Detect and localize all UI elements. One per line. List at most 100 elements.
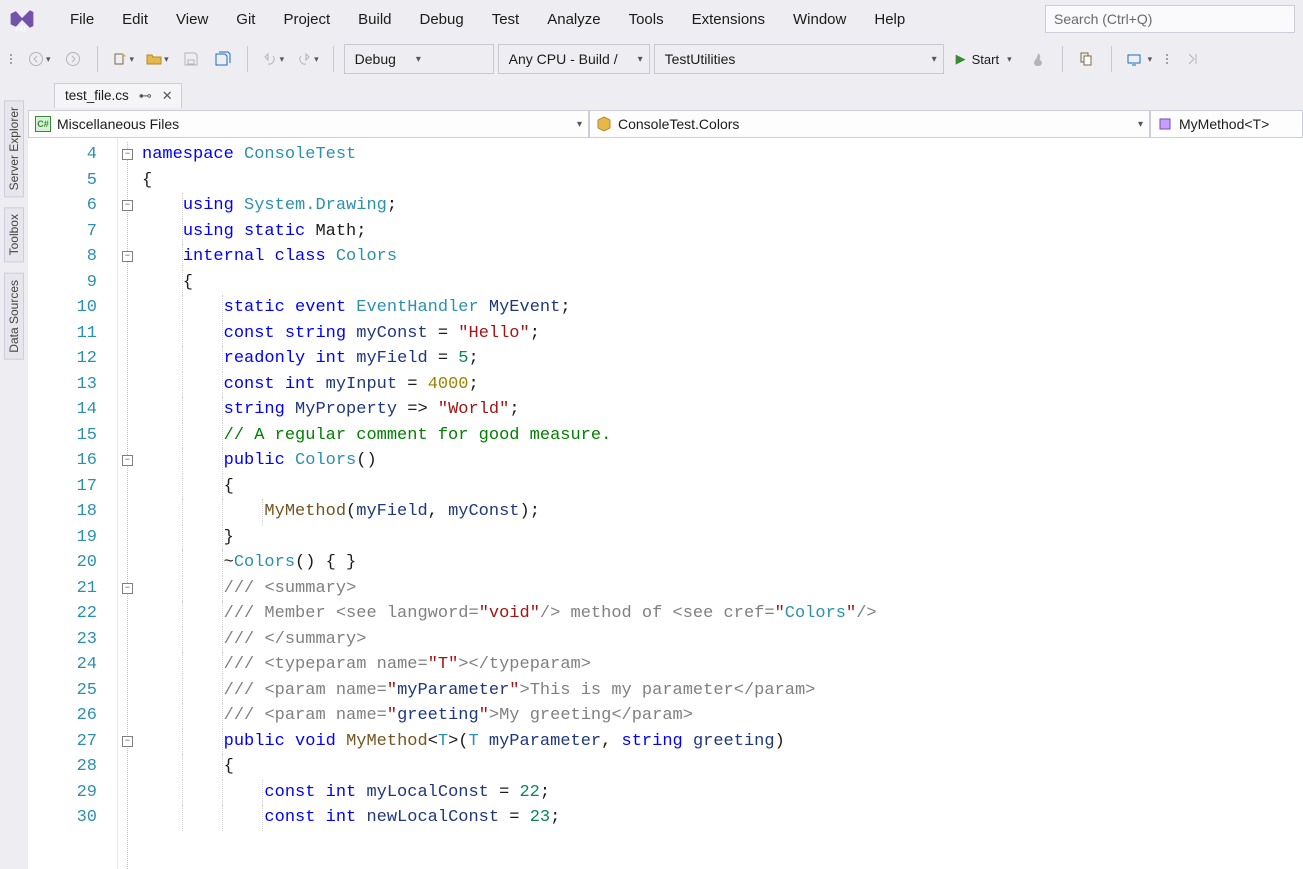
- fold-toggle[interactable]: −: [122, 455, 133, 466]
- nav-class-value: ConsoleTest.Colors: [618, 116, 739, 132]
- pin-icon[interactable]: ⊷: [139, 88, 152, 104]
- fold-toggle[interactable]: −: [122, 583, 133, 594]
- code-line[interactable]: /// <param name="greeting">My greeting</…: [140, 703, 1303, 729]
- code-line[interactable]: }: [140, 525, 1303, 551]
- fold-toggle[interactable]: −: [122, 149, 133, 160]
- start-debug-button[interactable]: ▶ Start ▾: [948, 44, 1020, 74]
- solution-platform-value: Any CPU - Build /: [509, 51, 618, 67]
- code-line[interactable]: static event EventHandler MyEvent;: [140, 295, 1303, 321]
- startup-project-value: TestUtilities: [665, 51, 736, 67]
- nav-back-button[interactable]: ▾: [24, 45, 55, 73]
- menu-help[interactable]: Help: [860, 5, 919, 34]
- csharp-project-icon: C#: [35, 116, 51, 132]
- menu-project[interactable]: Project: [269, 5, 344, 34]
- solution-config-combo[interactable]: Debug▾: [344, 44, 494, 74]
- menu-debug[interactable]: Debug: [406, 5, 478, 34]
- menu-test[interactable]: Test: [478, 5, 534, 34]
- code-line[interactable]: namespace ConsoleTest: [140, 142, 1303, 168]
- menu-extensions[interactable]: Extensions: [678, 5, 779, 34]
- code-line[interactable]: // A regular comment for good measure.: [140, 423, 1303, 449]
- play-icon: ▶: [956, 51, 966, 67]
- document-well: test_file.cs ⊷ ✕ C# Miscellaneous Files …: [28, 80, 1303, 869]
- find-in-files-button[interactable]: [1073, 45, 1101, 73]
- code-line[interactable]: /// </summary>: [140, 627, 1303, 653]
- undo-button[interactable]: ▾: [258, 45, 289, 73]
- menu-window[interactable]: Window: [779, 5, 860, 34]
- code-line[interactable]: using static Math;: [140, 219, 1303, 245]
- code-line[interactable]: const string myConst = "Hello";: [140, 321, 1303, 347]
- side-tab-server-explorer[interactable]: Server Explorer: [4, 100, 24, 197]
- line-number-gutter: 4567891011121314151617181920212223242526…: [28, 138, 118, 869]
- code-line[interactable]: const int newLocalConst = 23;: [140, 805, 1303, 831]
- nav-member-combo[interactable]: MyMethod<T>: [1150, 111, 1303, 138]
- save-button[interactable]: [177, 45, 205, 73]
- search-placeholder: Search (Ctrl+Q): [1054, 11, 1152, 27]
- code-line[interactable]: {: [140, 168, 1303, 194]
- fold-toggle[interactable]: −: [122, 736, 133, 747]
- save-all-button[interactable]: [209, 45, 237, 73]
- code-line[interactable]: readonly int myField = 5;: [140, 346, 1303, 372]
- main-area: Server Explorer Toolbox Data Sources tes…: [0, 80, 1303, 869]
- start-label: Start: [972, 52, 999, 67]
- side-tab-toolbox[interactable]: Toolbox: [4, 207, 24, 262]
- code-line[interactable]: const int myLocalConst = 22;: [140, 780, 1303, 806]
- nav-forward-button[interactable]: [59, 45, 87, 73]
- code-line[interactable]: /// Member <see langword="void"/> method…: [140, 601, 1303, 627]
- menu-view[interactable]: View: [162, 5, 222, 34]
- quick-search-input[interactable]: Search (Ctrl+Q): [1045, 5, 1295, 33]
- toolbar-grip-icon: [1166, 54, 1172, 64]
- code-line[interactable]: ~Colors() { }: [140, 550, 1303, 576]
- fold-toggle[interactable]: −: [122, 251, 133, 262]
- code-editor[interactable]: 4567891011121314151617181920212223242526…: [28, 138, 1303, 869]
- code-text[interactable]: namespace ConsoleTest{ using System.Draw…: [138, 138, 1303, 869]
- new-item-button[interactable]: ▾: [108, 45, 139, 73]
- svg-text:PRE: PRE: [15, 25, 28, 33]
- menu-git[interactable]: Git: [222, 5, 269, 34]
- code-line[interactable]: {: [140, 270, 1303, 296]
- file-tab-label: test_file.cs: [65, 88, 129, 103]
- code-line[interactable]: {: [140, 474, 1303, 500]
- code-line[interactable]: internal class Colors: [140, 244, 1303, 270]
- solution-platform-combo[interactable]: Any CPU - Build /▾: [498, 44, 650, 74]
- nav-scope-value: Miscellaneous Files: [57, 116, 179, 132]
- code-line[interactable]: /// <typeparam name="T"></typeparam>: [140, 652, 1303, 678]
- editor-nav-bar: C# Miscellaneous Files ▾ ConsoleTest.Col…: [28, 110, 1303, 138]
- startup-project-combo[interactable]: TestUtilities▾: [654, 44, 944, 74]
- code-line[interactable]: using System.Drawing;: [140, 193, 1303, 219]
- left-tool-tab-strip: Server Explorer Toolbox Data Sources: [0, 80, 28, 869]
- file-tab-test-file[interactable]: test_file.cs ⊷ ✕: [54, 83, 182, 108]
- class-icon: [596, 116, 612, 132]
- code-line[interactable]: /// <summary>: [140, 576, 1303, 602]
- code-line[interactable]: const int myInput = 4000;: [140, 372, 1303, 398]
- toolbar-grip-icon: [10, 54, 16, 64]
- document-tab-strip: test_file.cs ⊷ ✕: [28, 80, 1303, 110]
- redo-button[interactable]: ▾: [292, 45, 323, 73]
- solution-config-value: Debug: [355, 51, 396, 67]
- vs-logo-icon: PRE: [8, 5, 36, 33]
- code-line[interactable]: {: [140, 754, 1303, 780]
- menu-edit[interactable]: Edit: [108, 5, 162, 34]
- side-tab-data-sources[interactable]: Data Sources: [4, 273, 24, 360]
- live-share-button[interactable]: ▾: [1122, 45, 1157, 73]
- menu-build[interactable]: Build: [344, 5, 405, 34]
- nav-class-combo[interactable]: ConsoleTest.Colors ▾: [589, 111, 1150, 138]
- nav-scope-combo[interactable]: C# Miscellaneous Files ▾: [28, 111, 589, 138]
- code-line[interactable]: public void MyMethod<T>(T myParameter, s…: [140, 729, 1303, 755]
- close-icon[interactable]: ✕: [162, 88, 173, 104]
- method-icon: [1157, 116, 1173, 132]
- step-tool-button[interactable]: [1180, 45, 1208, 73]
- hot-reload-button[interactable]: [1024, 45, 1052, 73]
- menu-tools[interactable]: Tools: [615, 5, 678, 34]
- nav-member-value: MyMethod<T>: [1179, 116, 1269, 132]
- code-line[interactable]: /// <param name="myParameter">This is my…: [140, 678, 1303, 704]
- menu-file[interactable]: File: [56, 5, 108, 34]
- code-line[interactable]: string MyProperty => "World";: [140, 397, 1303, 423]
- open-file-button[interactable]: ▾: [142, 45, 173, 73]
- standard-toolbar: ▾ ▾ ▾ ▾ ▾ Debug▾ Any CPU - Build /▾ Test…: [0, 38, 1303, 80]
- outlining-gutter[interactable]: − − − − − −: [118, 138, 138, 869]
- code-line[interactable]: MyMethod(myField, myConst);: [140, 499, 1303, 525]
- menu-bar: PRE FileEditViewGitProjectBuildDebugTest…: [0, 0, 1303, 38]
- menu-analyze[interactable]: Analyze: [533, 5, 614, 34]
- fold-toggle[interactable]: −: [122, 200, 133, 211]
- code-line[interactable]: public Colors(): [140, 448, 1303, 474]
